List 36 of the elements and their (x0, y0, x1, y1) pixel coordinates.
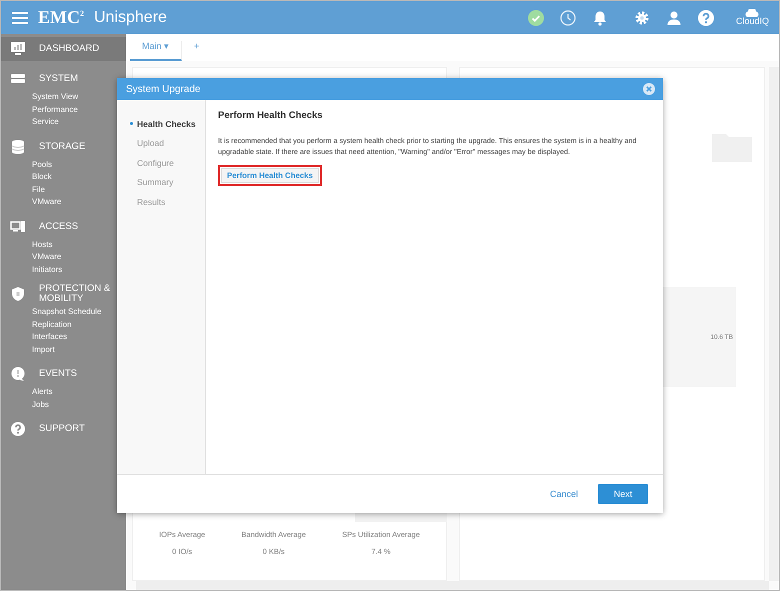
monitor-device-icon (10, 218, 26, 234)
help-icon (10, 421, 26, 437)
sidebar-section[interactable]: EVENTS (1, 362, 126, 386)
horizontal-scrollbar[interactable] (136, 581, 769, 590)
monitor-chart-icon (10, 41, 26, 57)
sidebar-section[interactable]: DASHBOARD (1, 37, 126, 61)
help-icon[interactable] (698, 10, 714, 26)
logo-text: EMC$^{2}$ (38, 7, 84, 28)
sidebar-section[interactable]: ACCESS (1, 214, 126, 238)
wizard-step[interactable]: Health Checks (117, 114, 205, 134)
cancel-button[interactable]: Cancel (546, 485, 582, 503)
dialog-title: System Upgrade (126, 84, 200, 94)
cloud-icon (744, 9, 760, 17)
menu-icon[interactable] (12, 12, 28, 24)
database-icon (10, 138, 26, 154)
close-icon[interactable] (643, 83, 655, 95)
sidebar-section[interactable]: SUPPORT (1, 417, 126, 441)
bell-icon[interactable] (592, 10, 608, 26)
vertical-scrollbar[interactable] (769, 67, 779, 581)
shield-icon (10, 286, 26, 302)
tab[interactable]: + (182, 41, 212, 61)
cloud-label: CloudIQ (736, 17, 769, 26)
speech-bubble-icon (10, 366, 26, 382)
sidebar-section[interactable]: PROTECTION & MOBILITY (1, 282, 126, 306)
bullet-icon (130, 122, 133, 126)
next-button[interactable]: Next (598, 484, 648, 504)
clock-icon[interactable] (560, 10, 576, 26)
user-icon[interactable] (666, 10, 682, 26)
tab[interactable]: Main ▾ (130, 41, 182, 61)
sidebar-section[interactable]: SYSTEM (1, 67, 126, 91)
section-heading: Perform Health Checks (218, 110, 324, 121)
wizard-step[interactable]: Summary (117, 172, 205, 192)
check-circle-icon[interactable] (528, 10, 544, 26)
wizard-step[interactable]: Results (117, 192, 205, 212)
settings-icon[interactable] (634, 10, 650, 26)
app-name: Unisphere (94, 8, 167, 26)
